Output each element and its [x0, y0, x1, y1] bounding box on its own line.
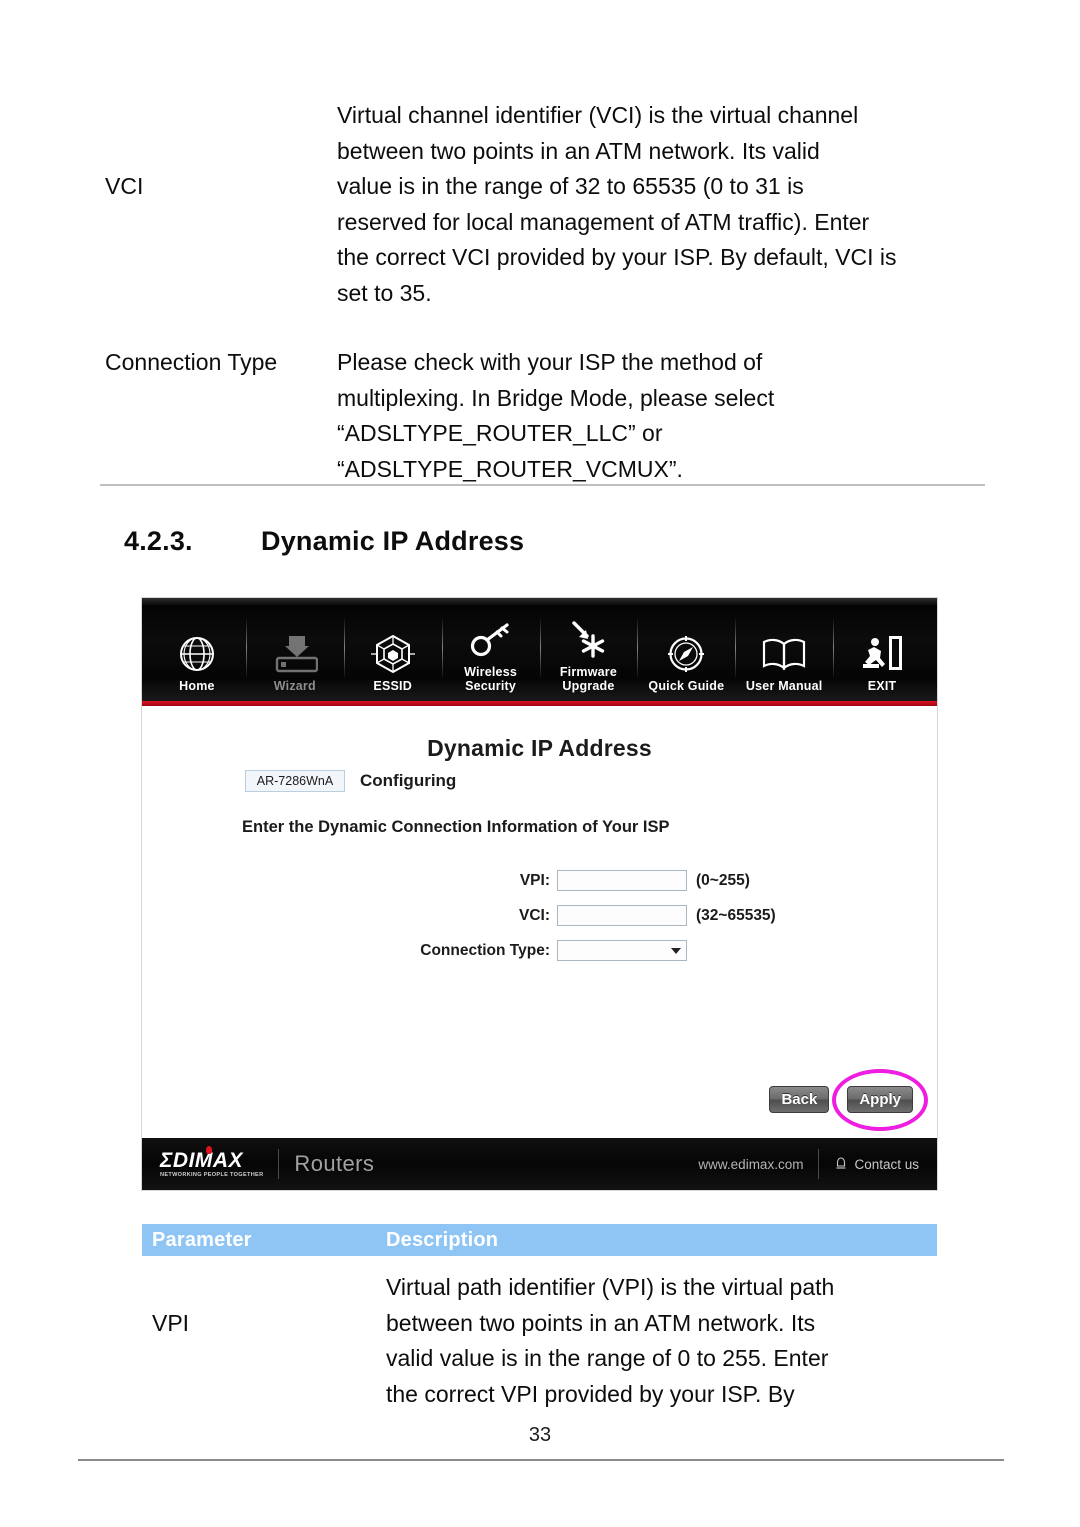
key-icon — [469, 617, 513, 663]
edimax-logo-dot — [206, 1145, 212, 1154]
nav-item-quick-guide[interactable]: Quick Guide — [637, 605, 735, 697]
nav-label-user-manual: User Manual — [745, 678, 823, 693]
parameter-row-connection-type: Connection Type Please check with your I… — [105, 345, 985, 487]
desc-line: multiplexing. In Bridge Mode, please sel… — [337, 384, 775, 411]
globe-icon — [177, 631, 217, 677]
parameter-label-vci: VCI — [105, 173, 144, 199]
footer-right-group: www.edimax.com Contact us — [698, 1149, 919, 1179]
desc-line: between two points in an ATM network. It… — [337, 137, 820, 164]
desc-line: set to 35. — [337, 279, 432, 306]
nav-label-quick-guide: Quick Guide — [648, 678, 725, 693]
edimax-tagline: NETWORKING PEOPLE TOGETHER — [160, 1171, 264, 1178]
vci-input[interactable] — [557, 905, 687, 926]
edimax-brand-text: ΣDIMAX — [160, 1148, 244, 1172]
nav-item-wireless-security[interactable]: Wireless Security — [441, 605, 540, 697]
connection-type-select[interactable] — [557, 940, 687, 961]
desc-line: Virtual channel identifier (VCI) is the … — [337, 102, 859, 128]
connection-form: VPI: (0~255) VCI: (32~65535) Connection … — [142, 865, 937, 970]
router-footer-bar: ΣDIMAX NETWORKING PEOPLE TOGETHER Router… — [142, 1138, 937, 1190]
desc-line: Virtual path identifier (VPI) is the vir… — [386, 1274, 835, 1300]
page-number: 33 — [528, 1424, 552, 1446]
parameter-row-vci: VCI Virtual channel identifier (VCI) is … — [105, 98, 985, 312]
nav-item-user-manual[interactable]: User Manual — [735, 605, 833, 697]
apply-button[interactable]: Apply — [847, 1086, 913, 1113]
footer-website-link[interactable]: www.edimax.com — [698, 1157, 803, 1172]
vci-range-hint: (32~65535) — [696, 906, 776, 924]
contact-us-label: Contact us — [854, 1156, 919, 1172]
vpi-label: VPI: — [519, 871, 550, 889]
nav-label-exit: EXIT — [867, 678, 897, 693]
apply-button-highlight: Apply — [847, 1086, 913, 1113]
desc-line: reserved for local management of ATM tra… — [337, 208, 870, 235]
status-label: Configuring — [360, 771, 457, 790]
router-content-area: Dynamic IP Address AR-7286WnA Configurin… — [142, 713, 937, 1138]
open-book-icon — [760, 631, 808, 677]
back-button[interactable]: Back — [769, 1086, 830, 1113]
vpi-input[interactable] — [557, 870, 687, 891]
router-nav-bar: Home Wizard ESSID Wireless Security Firm… — [142, 598, 937, 701]
section-title: Dynamic IP Address — [261, 526, 525, 556]
wizard-download-icon — [272, 631, 318, 677]
nav-item-wizard[interactable]: Wizard — [245, 605, 344, 697]
footer-divider-rule — [78, 1459, 1004, 1461]
connection-type-label: Connection Type: — [420, 941, 550, 959]
nav-label-wizard: Wizard — [273, 678, 316, 693]
parameter-description-vpi: Virtual path identifier (VPI) is the vir… — [376, 1270, 937, 1412]
table-bottom-divider — [100, 484, 985, 486]
form-action-buttons: Back Apply — [769, 1086, 913, 1113]
section-number: 4.2.3. — [124, 526, 193, 556]
model-name-field[interactable]: AR-7286WnA — [245, 770, 345, 792]
vci-label: VCI: — [519, 906, 550, 924]
footer-category: Routers — [294, 1151, 375, 1176]
parameter-description-connection-type: Please check with your ISP the method of… — [337, 345, 985, 487]
exit-running-man-icon — [861, 631, 903, 677]
firmware-arrow-icon — [566, 617, 610, 663]
vpi-range-hint: (0~255) — [696, 871, 750, 889]
footer-contact-link[interactable]: Contact us — [834, 1157, 919, 1172]
contact-person-icon — [836, 1157, 846, 1169]
parameter-description-vci: Virtual channel identifier (VCI) is the … — [337, 98, 985, 312]
column-header-parameter: Parameter — [152, 1228, 252, 1251]
desc-line: between two points in an ATM network. It… — [386, 1309, 816, 1336]
desc-line: the correct VPI provided by your ISP. By — [386, 1380, 795, 1407]
desc-line: Please check with your ISP the method of — [337, 349, 763, 375]
desc-line: “ADSLTYPE_ROUTER_LLC” or — [337, 420, 663, 447]
desc-line: value is in the range of 32 to 65535 (0 … — [337, 173, 804, 200]
nav-label-essid: ESSID — [373, 678, 412, 693]
essid-web-icon — [370, 631, 415, 677]
compass-icon — [666, 631, 706, 677]
parameter-table: Parameter Description VPI Virtual path i… — [142, 1224, 937, 1412]
desc-line: “ADSLTYPE_ROUTER_VCMUX”. — [337, 455, 683, 482]
form-row-vpi: VPI: (0~255) — [142, 865, 937, 896]
router-page-title: Dynamic IP Address — [427, 735, 652, 761]
footer-divider-2 — [818, 1149, 820, 1179]
router-ui-screenshot: Home Wizard ESSID Wireless Security Firm… — [142, 598, 937, 1190]
edimax-logo: ΣDIMAX NETWORKING PEOPLE TOGETHER — [160, 1145, 264, 1179]
form-row-vci: VCI: (32~65535) — [142, 900, 937, 931]
table-row: VPI Virtual path identifier (VPI) is the… — [142, 1256, 937, 1412]
form-row-connection-type: Connection Type: — [142, 935, 937, 966]
desc-line: the correct VCI provided by your ISP. By… — [337, 244, 897, 271]
section-heading: 4.2.3. Dynamic IP Address — [124, 526, 524, 557]
nav-label-home: Home — [179, 678, 215, 693]
nav-item-firmware-upgrade[interactable]: Firmware Upgrade — [539, 605, 638, 697]
parameter-label-connection-type: Connection Type — [105, 349, 278, 375]
column-header-description: Description — [386, 1228, 499, 1251]
isp-instruction-text: Enter the Dynamic Connection Information… — [242, 818, 670, 836]
nav-gap — [142, 706, 937, 713]
nav-item-exit[interactable]: EXIT — [833, 605, 931, 697]
desc-line: valid value is in the range of 0 to 255.… — [386, 1345, 829, 1372]
chevron-down-icon — [671, 947, 681, 954]
nav-label-wireless-security: Wireless Security — [464, 665, 518, 693]
nav-item-home[interactable]: Home — [148, 605, 246, 697]
footer-divider — [278, 1149, 280, 1179]
parameter-label-vpi: VPI — [152, 1310, 190, 1336]
parameter-table-header: Parameter Description — [142, 1224, 937, 1256]
nav-item-essid[interactable]: ESSID — [343, 605, 442, 697]
nav-label-firmware-upgrade: Firmware Upgrade — [559, 665, 618, 693]
